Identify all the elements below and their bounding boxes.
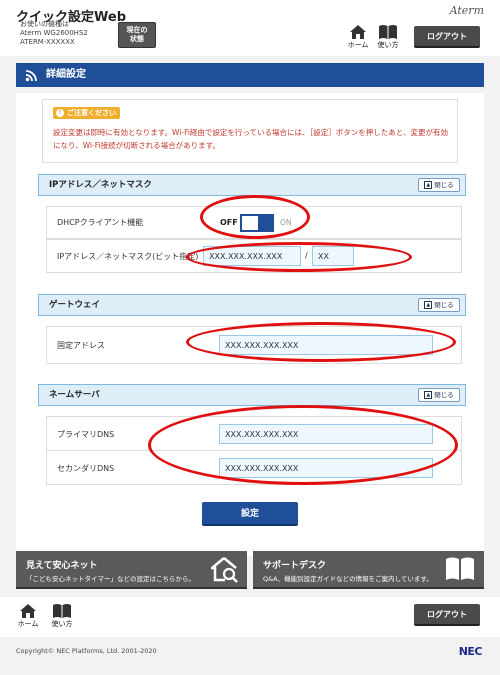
apply-settings-button[interactable]: 設定: [202, 502, 298, 526]
aterm-logo: Aterm: [449, 4, 484, 17]
nec-logo: NEC: [458, 645, 483, 658]
home-icon: [350, 25, 366, 39]
support-desk-banner[interactable]: サポートデスク Q&A、機能別設定ガイドなどの情報をご案内しています。: [253, 551, 484, 589]
ip-group-title: IPアドレス／ネットマスク: [49, 180, 152, 190]
primary-dns-input[interactable]: [219, 424, 433, 444]
dns-group-close-label: 閉じる: [434, 391, 454, 399]
book-icon: [379, 25, 397, 39]
section-title-bar: 詳細設定: [16, 63, 484, 87]
device-serial: ATERM-XXXXXX: [20, 38, 75, 46]
gateway-group-header: ゲートウェイ ▲ 閉じる: [38, 294, 466, 316]
ip-address-input[interactable]: [203, 246, 301, 266]
gateway-group-close-button[interactable]: ▲ 閉じる: [418, 298, 460, 312]
ip-group-header: IPアドレス／ネットマスク ▲ 閉じる: [38, 174, 466, 196]
mask-separator: /: [305, 251, 308, 260]
footer-home-button[interactable]: ホーム: [14, 603, 42, 633]
status-label-line1: 現在の: [126, 26, 148, 34]
primary-dns-row: プライマリDNS: [46, 416, 462, 451]
fixed-address-row: 固定アドレス: [46, 326, 462, 364]
secondary-dns-row: セカンダリDNS: [46, 450, 462, 485]
support-desk-desc: Q&A、機能別設定ガイドなどの情報をご案内しています。: [263, 575, 433, 583]
notice-box: ! ご注意ください 設定変更は即時に有効となります。Wi-Fi経由で設定を行って…: [42, 99, 458, 163]
current-status-button[interactable]: 現在の 状態: [118, 22, 156, 48]
footer-help-button[interactable]: 使い方: [48, 603, 76, 633]
device-caption: お使いの機種は: [20, 20, 69, 28]
section-title: 詳細設定: [46, 69, 86, 80]
dhcp-row: DHCPクライアント機能 OFF ON: [46, 206, 462, 239]
chevron-up-icon: ▲: [424, 301, 433, 309]
chevron-up-icon: ▲: [424, 181, 433, 189]
home-icon: [20, 604, 36, 618]
footer-help-label: 使い方: [51, 620, 73, 628]
mieteanshin-desc: 「こども安心ネットタイマー」などの設定はこちらから。: [26, 575, 195, 583]
toggle-off-label: OFF: [220, 218, 238, 227]
wifi-icon: [25, 70, 37, 82]
support-desk-title: サポートデスク: [263, 561, 327, 571]
home-label: ホーム: [347, 41, 369, 49]
settings-panel: ! ご注意ください 設定変更は即時に有効となります。Wi-Fi経由で設定を行って…: [16, 93, 484, 556]
notice-badge-label: ご注意ください: [67, 109, 116, 117]
book-icon: [53, 604, 71, 618]
footer-home-label: ホーム: [17, 620, 39, 628]
ip-address-label: IPアドレス／ネットマスク(ビット指定): [57, 252, 199, 261]
fixed-address-input[interactable]: [219, 335, 433, 355]
notice-badge: ! ご注意ください: [53, 107, 120, 119]
gateway-group-title: ゲートウェイ: [49, 300, 101, 310]
primary-dns-label: プライマリDNS: [57, 430, 115, 439]
help-button[interactable]: 使い方: [374, 24, 402, 54]
toggle-on-label: ON: [280, 218, 292, 227]
chevron-up-icon: ▲: [424, 391, 433, 399]
copyright: Copyright© NEC Platforms, Ltd. 2001-2020: [16, 647, 157, 655]
dns-group-title: ネームサーバ: [49, 390, 100, 400]
dhcp-toggle[interactable]: [240, 214, 274, 232]
help-label: 使い方: [377, 41, 399, 49]
ip-group-close-label: 閉じる: [434, 181, 454, 189]
logout-button-top[interactable]: ログアウト: [414, 26, 480, 48]
ip-address-row: IPアドレス／ネットマスク(ビット指定) /: [46, 239, 462, 273]
open-book-icon: [446, 557, 474, 580]
home-button[interactable]: ホーム: [344, 24, 372, 54]
fixed-address-label: 固定アドレス: [57, 341, 105, 350]
gateway-group-close-label: 閉じる: [434, 301, 454, 309]
mieteanshin-banner[interactable]: 見えて安心ネット 「こども安心ネットタイマー」などの設定はこちらから。: [16, 551, 247, 589]
footer: ホーム 使い方 ログアウト: [0, 597, 500, 637]
ip-group-close-button[interactable]: ▲ 閉じる: [418, 178, 460, 192]
house-search-icon: [211, 557, 238, 583]
dns-group-header: ネームサーバ ▲ 閉じる: [38, 384, 466, 406]
notice-text: 設定変更は即時に有効となります。Wi-Fi経由で設定を行っている場合には、［設定…: [53, 128, 448, 150]
header: クイック設定Web お使いの機種は Aterm WG2600HS2 ATERM-…: [0, 0, 500, 56]
dhcp-label: DHCPクライアント機能: [57, 218, 144, 227]
status-label-line2: 状態: [130, 35, 144, 43]
mieteanshin-title: 見えて安心ネット: [26, 561, 98, 571]
device-model: Aterm WG2600HS2: [20, 29, 88, 37]
netmask-input[interactable]: [312, 246, 354, 266]
warning-icon: !: [56, 109, 64, 117]
secondary-dns-label: セカンダリDNS: [57, 464, 115, 473]
toggle-knob: [258, 216, 272, 230]
secondary-dns-input[interactable]: [219, 458, 433, 478]
dns-group-close-button[interactable]: ▲ 閉じる: [418, 388, 460, 402]
logout-button-bottom[interactable]: ログアウト: [414, 604, 480, 626]
